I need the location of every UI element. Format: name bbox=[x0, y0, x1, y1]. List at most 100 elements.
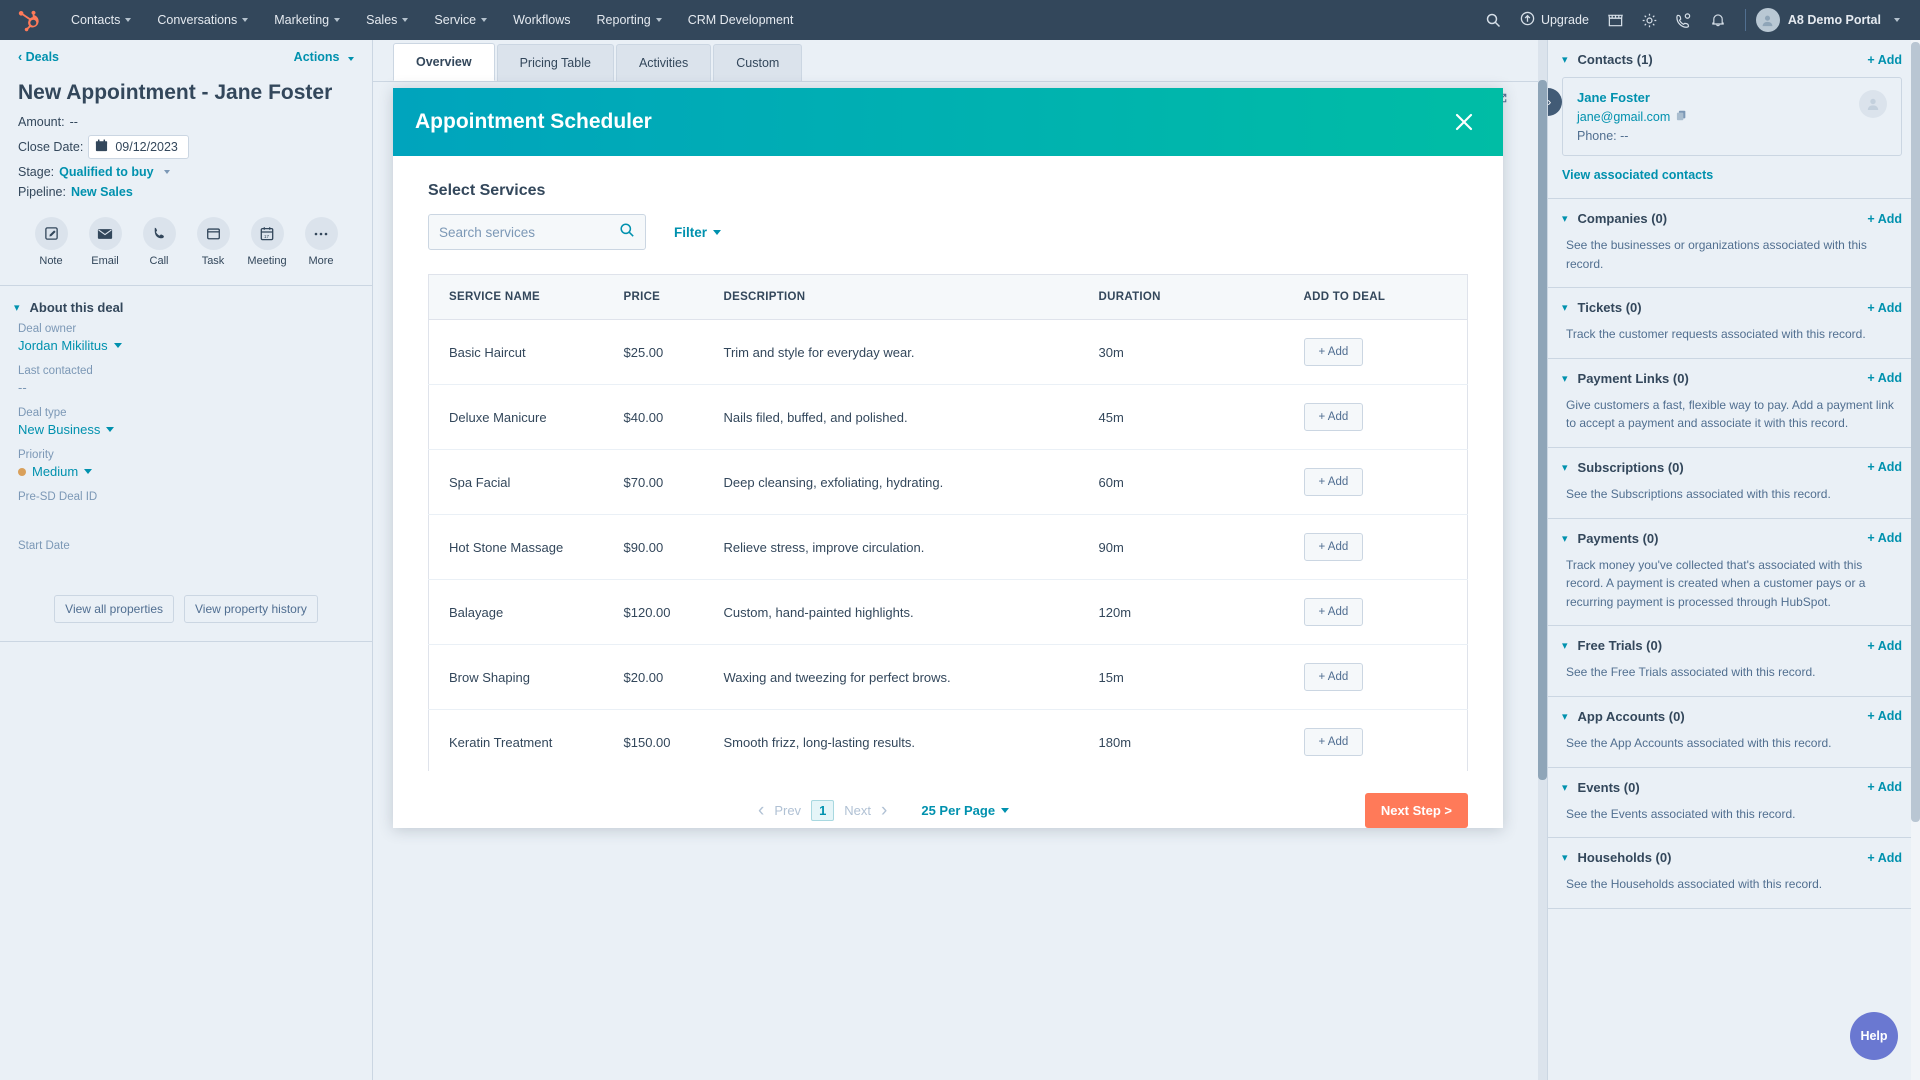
tab-pricing-table[interactable]: Pricing Table bbox=[496, 44, 614, 81]
marketplace-icon[interactable] bbox=[1599, 0, 1633, 40]
contact-name[interactable]: Jane Foster bbox=[1577, 90, 1687, 105]
quick-action-more[interactable]: More bbox=[298, 217, 344, 267]
prev-page-button[interactable]: Prev bbox=[774, 803, 801, 818]
right-scrollbar-thumb[interactable] bbox=[1911, 42, 1920, 822]
upgrade-button[interactable]: Upgrade bbox=[1510, 0, 1599, 40]
close-icon[interactable] bbox=[1447, 105, 1481, 139]
quick-action-meeting[interactable]: 17 Meeting bbox=[244, 217, 290, 267]
help-button[interactable]: Help bbox=[1850, 1012, 1898, 1060]
service-price: $25.00 bbox=[623, 319, 724, 385]
add-association-button[interactable]: + Add bbox=[1867, 531, 1902, 545]
table-row: Deluxe Manicure $40.00 Nails filed, buffed… bbox=[428, 384, 1468, 450]
stage-value[interactable]: Qualified to buy bbox=[59, 165, 153, 179]
nav-item-sales[interactable]: Sales bbox=[353, 0, 421, 40]
about-this-deal-header[interactable]: ▾ About this deal bbox=[0, 286, 372, 323]
search-icon[interactable] bbox=[1476, 0, 1510, 40]
quick-action-call[interactable]: Call bbox=[136, 217, 182, 267]
chevron-down-icon: ▾ bbox=[1562, 461, 1568, 474]
card-header-left[interactable]: ▾ Events (0) bbox=[1562, 780, 1640, 795]
tab-activities[interactable]: Activities bbox=[615, 44, 712, 81]
card-header-left[interactable]: ▾ Tickets (0) bbox=[1562, 300, 1642, 315]
property-value[interactable]: New Business bbox=[18, 422, 354, 437]
contact-card[interactable]: Jane Foster jane@gmail.com Phone: -- bbox=[1562, 77, 1902, 156]
quick-action-task[interactable]: Task bbox=[190, 217, 236, 267]
tab-custom[interactable]: Custom bbox=[713, 44, 803, 81]
add-association-button[interactable]: + Add bbox=[1867, 212, 1902, 226]
center-scrollbar[interactable] bbox=[1538, 40, 1547, 1080]
chevron-down-icon: ▾ bbox=[1562, 710, 1568, 723]
add-association-button[interactable]: + Add bbox=[1867, 460, 1902, 474]
nav-item-contacts[interactable]: Contacts bbox=[58, 0, 144, 40]
contact-email-row[interactable]: jane@gmail.com bbox=[1577, 110, 1687, 124]
view-property-history-button[interactable]: View property history bbox=[184, 595, 318, 624]
add-to-deal-button[interactable]: + Add bbox=[1303, 728, 1364, 756]
property-value[interactable]: Medium bbox=[18, 464, 354, 479]
gear-icon[interactable] bbox=[1633, 0, 1667, 40]
card-header-left[interactable]: ▾ Payment Links (0) bbox=[1562, 371, 1689, 386]
copy-icon[interactable] bbox=[1676, 110, 1687, 124]
add-to-deal-button[interactable]: + Add bbox=[1303, 663, 1364, 691]
page-number-1[interactable]: 1 bbox=[811, 800, 835, 821]
card-header-left[interactable]: ▾ App Accounts (0) bbox=[1562, 709, 1685, 724]
nav-item-reporting[interactable]: Reporting bbox=[584, 0, 675, 40]
add-association-button[interactable]: + Add bbox=[1867, 780, 1902, 794]
pipeline-value[interactable]: New Sales bbox=[71, 185, 133, 199]
next-page-button[interactable]: Next bbox=[844, 803, 871, 818]
search-input[interactable] bbox=[439, 224, 619, 240]
nav-item-service[interactable]: Service bbox=[421, 0, 500, 40]
search-icon[interactable] bbox=[619, 222, 635, 243]
card-header-left[interactable]: ▾ Subscriptions (0) bbox=[1562, 460, 1684, 475]
portal-selector[interactable]: A8 Demo Portal bbox=[1755, 8, 1906, 32]
add-to-deal-button[interactable]: + Add bbox=[1303, 403, 1364, 431]
add-association-button[interactable]: + Add bbox=[1867, 301, 1902, 315]
add-to-deal-button[interactable]: + Add bbox=[1303, 338, 1364, 366]
tab-overview[interactable]: Overview bbox=[393, 43, 495, 81]
nav-item-workflows[interactable]: Workflows bbox=[500, 0, 583, 40]
add-to-deal-button[interactable]: + Add bbox=[1303, 533, 1364, 561]
per-page-dropdown[interactable]: 25 Per Page bbox=[921, 803, 1010, 818]
search-services-box[interactable] bbox=[428, 214, 646, 250]
nav-item-marketing[interactable]: Marketing bbox=[261, 0, 353, 40]
add-association-button[interactable]: + Add bbox=[1867, 709, 1902, 723]
chevron-down-icon bbox=[402, 18, 409, 22]
card-header-left[interactable]: ▾ Households (0) bbox=[1562, 850, 1671, 865]
next-step-button[interactable]: Next Step > bbox=[1364, 793, 1468, 828]
property-buttons-row: View all properties View property histor… bbox=[0, 589, 372, 641]
phone-support-icon[interactable] bbox=[1667, 0, 1701, 40]
view-all-properties-button[interactable]: View all properties bbox=[54, 595, 174, 624]
card-header-left[interactable]: ▾ Free Trials (0) bbox=[1562, 638, 1662, 653]
prev-arrow-icon[interactable]: ‹ bbox=[758, 801, 764, 820]
nav-item-label: Contacts bbox=[71, 13, 121, 27]
add-association-button[interactable]: + Add bbox=[1867, 639, 1902, 653]
right-scrollbar[interactable] bbox=[1911, 40, 1920, 1080]
card-header: ▾ Contacts (1) + Add bbox=[1562, 52, 1902, 67]
add-to-deal-button[interactable]: + Add bbox=[1303, 598, 1364, 626]
back-to-deals-link[interactable]: ‹ Deals bbox=[18, 50, 59, 64]
view-associated-contacts-link[interactable]: View associated contacts bbox=[1562, 168, 1713, 182]
nav-item-conversations[interactable]: Conversations bbox=[144, 0, 261, 40]
hubspot-logo-icon[interactable] bbox=[14, 6, 42, 34]
nav-item-crm-development[interactable]: CRM Development bbox=[675, 0, 807, 40]
bell-icon[interactable] bbox=[1701, 0, 1735, 40]
card-header: ▾ Payment Links (0) + Add bbox=[1562, 371, 1902, 386]
quick-action-note[interactable]: Note bbox=[28, 217, 74, 267]
card-header-left[interactable]: ▾ Contacts (1) bbox=[1562, 52, 1653, 67]
property-value-empty[interactable] bbox=[18, 506, 354, 528]
chevron-down-icon bbox=[348, 57, 354, 61]
add-association-button[interactable]: + Add bbox=[1867, 851, 1902, 865]
property-value[interactable]: Jordan Mikilitus bbox=[18, 338, 354, 353]
card-header-left[interactable]: ▾ Payments (0) bbox=[1562, 531, 1658, 546]
card-title: Payment Links (0) bbox=[1577, 370, 1689, 386]
actions-dropdown[interactable]: Actions bbox=[294, 50, 354, 64]
add-association-button[interactable]: + Add bbox=[1867, 371, 1902, 385]
next-arrow-icon[interactable]: › bbox=[881, 801, 887, 820]
filter-dropdown[interactable]: Filter bbox=[674, 225, 722, 240]
card-header-left[interactable]: ▾ Companies (0) bbox=[1562, 211, 1667, 226]
quick-action-email[interactable]: Email bbox=[82, 217, 128, 267]
property-label: Deal type bbox=[18, 407, 67, 420]
center-scrollbar-thumb[interactable] bbox=[1538, 80, 1547, 780]
close-date-input[interactable]: 09/12/2023 bbox=[88, 135, 189, 160]
add-to-deal-button[interactable]: + Add bbox=[1303, 468, 1364, 496]
add-association-button[interactable]: + Add bbox=[1867, 53, 1902, 67]
property-value-empty[interactable] bbox=[18, 555, 354, 577]
